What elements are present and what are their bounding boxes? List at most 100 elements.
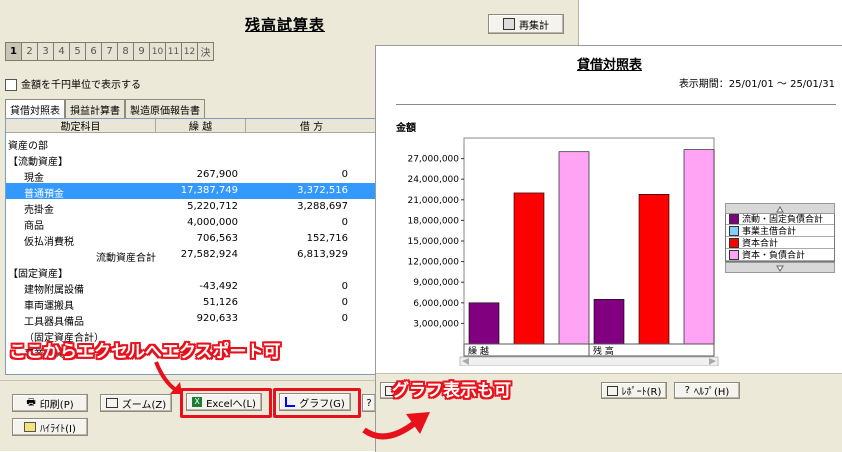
month-tab-10[interactable]: 10 bbox=[149, 42, 166, 61]
y-tick-label: 27,000,000 bbox=[407, 155, 459, 165]
report-button[interactable]: ﾚﾎﾟｰﾄ(R) bbox=[601, 382, 667, 399]
y-tick-label: 12,000,000 bbox=[407, 258, 459, 268]
bar-chart-icon bbox=[285, 397, 296, 407]
account-cell: 現金 bbox=[24, 173, 44, 184]
table-row[interactable]: 流動資産合計 27,582,924 6,813,929 bbox=[6, 247, 378, 264]
account-cell: 仮払消費税 bbox=[24, 237, 74, 248]
note-arrow bbox=[154, 361, 182, 394]
thousand-unit-option[interactable]: 金額を千円単位で表示する bbox=[5, 76, 141, 91]
help-button[interactable]: ? ﾍﾙﾌﾟ(H) bbox=[674, 382, 740, 399]
month-tab-8[interactable]: 8 bbox=[117, 42, 134, 61]
table-row[interactable]: 車両運搬具 51,126 0 bbox=[6, 295, 378, 312]
debit-cell: 0 bbox=[341, 217, 348, 228]
table-row[interactable]: 売掛金 5,220,712 3,288,697 bbox=[6, 199, 378, 216]
account-cell: 車両運搬具 bbox=[24, 301, 74, 312]
month-tab-11[interactable]: 11 bbox=[165, 42, 182, 61]
month-tab-9[interactable]: 9 bbox=[133, 42, 150, 61]
table-row[interactable]: 工具器具備品 920,633 0 bbox=[6, 311, 378, 328]
month-tab-7[interactable]: 7 bbox=[101, 42, 118, 61]
debit-cell: 6,813,929 bbox=[297, 249, 348, 260]
recalc-button[interactable]: 再集計 bbox=[488, 14, 564, 34]
excel-icon: X bbox=[192, 397, 203, 407]
print-button[interactable]: 🖶 印刷(P) bbox=[12, 394, 88, 412]
x-category-label: 繰 越 bbox=[468, 345, 489, 357]
bar-1-2 bbox=[593, 299, 625, 345]
display-period: 表示期間：25/01/01 〜 25/01/31 bbox=[678, 79, 835, 90]
table-row[interactable]: 【固定資産】 bbox=[6, 263, 378, 280]
column-header-debit: 借 方 bbox=[246, 119, 378, 133]
debit-cell: 3,288,697 bbox=[297, 201, 348, 212]
month-tab-6[interactable]: 6 bbox=[85, 42, 102, 61]
table-row[interactable]: 商品 4,000,000 0 bbox=[6, 215, 378, 232]
y-tick-label: 3,000,000 bbox=[413, 319, 459, 329]
report-icon bbox=[606, 385, 618, 396]
graph-note-arrow bbox=[362, 412, 430, 440]
month-tab-5[interactable]: 5 bbox=[69, 42, 86, 61]
table-row[interactable]: 普通預金 17,387,749 3,372,516 bbox=[6, 183, 378, 200]
printer-icon: 🖶 bbox=[26, 396, 36, 408]
calculator-icon bbox=[503, 18, 515, 30]
debit-cell: 152,716 bbox=[306, 233, 348, 244]
y-tick-label: 6,000,000 bbox=[413, 299, 459, 309]
y-tick-label: 21,000,000 bbox=[407, 196, 459, 206]
highlight-icon bbox=[24, 422, 37, 432]
carryover-cell: 4,000,000 bbox=[187, 217, 238, 228]
debit-cell: 0 bbox=[341, 297, 348, 308]
tab-cost-report[interactable]: 製造原価報告書 bbox=[125, 99, 205, 119]
month-tab-2[interactable]: 2 bbox=[21, 42, 38, 61]
x-category-label: 残 高 bbox=[593, 345, 614, 357]
account-cell: 普通預金 bbox=[24, 189, 64, 200]
month-tab-3[interactable]: 3 bbox=[37, 42, 54, 61]
chart-window-title: 貸借対照表 bbox=[576, 58, 642, 73]
account-cell: 流動資産合計 bbox=[96, 253, 156, 264]
month-tab-12[interactable]: 12 bbox=[181, 42, 198, 61]
carryover-cell: 5,220,712 bbox=[187, 201, 238, 212]
table-row[interactable]: 資産の部 bbox=[6, 135, 378, 152]
legend-swatch bbox=[729, 249, 739, 260]
legend-scroll-down[interactable] bbox=[725, 262, 835, 273]
month-tab-1[interactable]: 1 bbox=[5, 42, 22, 61]
highlight-button[interactable]: ﾊｲﾗｲﾄ(I) bbox=[12, 418, 88, 436]
column-header-carryover: 繰 越 bbox=[156, 119, 246, 133]
account-cell: 売掛金 bbox=[24, 205, 54, 216]
month-tab-13[interactable]: 決 bbox=[197, 42, 214, 61]
legend-entry: 資本・負債合計 bbox=[726, 249, 834, 261]
excel-export-button[interactable]: X Excelへ(L) bbox=[186, 393, 262, 411]
legend-swatch bbox=[729, 237, 739, 248]
carryover-cell: 706,563 bbox=[196, 233, 238, 244]
chart-scrollbar bbox=[459, 356, 719, 366]
thousand-unit-checkbox[interactable] bbox=[5, 79, 17, 91]
debit-cell: 0 bbox=[341, 313, 348, 324]
month-selector: 1 2 3 4 5 6 7 8 9 10 11 12 決 bbox=[5, 42, 214, 61]
carryover-cell: 27,582,924 bbox=[180, 249, 238, 260]
legend-label: 資本・負債合計 bbox=[742, 251, 806, 261]
table-row[interactable]: 仮払消費税 706,563 152,716 bbox=[6, 231, 378, 248]
bar-1-1 bbox=[468, 302, 500, 345]
month-tab-4[interactable]: 4 bbox=[53, 42, 70, 61]
table-row[interactable]: 【流動資産】 bbox=[6, 151, 378, 168]
carryover-cell: -43,492 bbox=[199, 281, 238, 292]
bar-4-1 bbox=[558, 151, 590, 345]
tab-balance-sheet[interactable]: 貸借対照表 bbox=[5, 99, 65, 119]
chart-legend: 流動・固定負債合計 事業主借合計 資本合計 資本・負債合計 bbox=[725, 212, 835, 262]
y-tick-label: 24,000,000 bbox=[407, 175, 459, 185]
account-cell: 【固定資産】 bbox=[8, 269, 68, 280]
bar-4-2 bbox=[683, 149, 715, 345]
account-cell: 工具器具備品 bbox=[24, 317, 84, 328]
excel-export-note: ここからエクセルへエクスポート可 bbox=[9, 342, 281, 362]
graph-button[interactable]: グラフ(G) bbox=[279, 393, 351, 411]
carryover-cell: 920,633 bbox=[196, 313, 238, 324]
carryover-cell: 267,900 bbox=[196, 169, 238, 180]
bar-3-1 bbox=[513, 192, 545, 345]
statement-tabs: 貸借対照表 損益計算書 製造原価報告書 bbox=[5, 99, 205, 119]
account-cell: 【流動資産】 bbox=[8, 157, 68, 168]
tab-income-statement[interactable]: 損益計算書 bbox=[65, 99, 125, 119]
legend-scroll-up[interactable] bbox=[725, 203, 835, 214]
table-row[interactable]: 現金 267,900 0 bbox=[6, 167, 378, 184]
table-row[interactable]: 建物附属設備 -43,492 0 bbox=[6, 279, 378, 296]
y-tick-label: 18,000,000 bbox=[407, 216, 459, 226]
account-cell: 商品 bbox=[24, 221, 44, 232]
y-tick-label: 9,000,000 bbox=[413, 278, 459, 288]
account-cell: 建物附属設備 bbox=[24, 285, 84, 296]
debit-cell: 3,372,516 bbox=[297, 185, 348, 196]
